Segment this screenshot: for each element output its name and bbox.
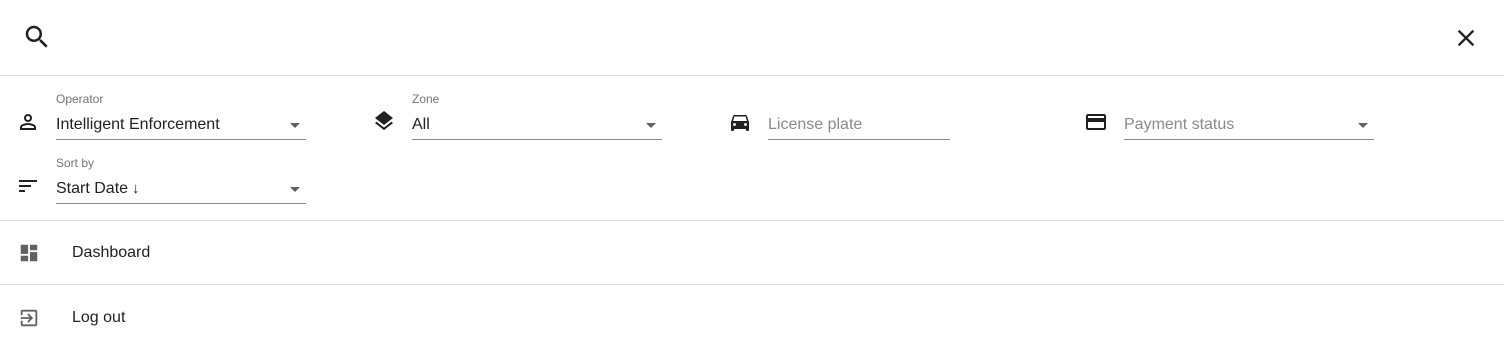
chevron-down-icon — [1358, 123, 1368, 128]
car-icon — [731, 115, 749, 131]
filters-panel: Operator Intelligent Enforcement Zone Al… — [0, 76, 1504, 221]
zone-select[interactable]: All — [412, 112, 662, 140]
operator-select[interactable]: Intelligent Enforcement — [56, 112, 306, 140]
nav-item-label: Dashboard — [72, 244, 151, 261]
dashboard-icon — [20, 244, 38, 262]
sort-by-label: Sort by — [56, 156, 95, 170]
chevron-down-icon — [646, 123, 656, 128]
credit-card-icon — [1086, 114, 1106, 130]
search-icon — [25, 25, 48, 48]
sort-by-value-wrap: Start Date ↓ — [56, 179, 140, 199]
sort-by-select[interactable]: Start Date ↓ — [56, 176, 306, 204]
license-plate-placeholder: License plate — [768, 116, 863, 133]
payment-status-select[interactable]: Payment status — [1124, 112, 1374, 140]
arrow-down-icon[interactable]: ↓ — [132, 179, 140, 199]
search-bar — [0, 0, 1504, 76]
search-input[interactable] — [70, 20, 1430, 56]
logout-icon — [20, 309, 38, 327]
nav-item-dashboard[interactable]: Dashboard — [0, 221, 1504, 285]
person-icon — [20, 114, 36, 130]
operator-label: Operator — [56, 92, 104, 106]
payment-status-placeholder: Payment status — [1124, 116, 1235, 133]
nav-item-logout[interactable]: Log out — [0, 286, 1504, 349]
sort-icon — [19, 180, 37, 192]
operator-value: Intelligent Enforcement — [56, 116, 220, 133]
license-plate-input[interactable]: License plate — [768, 112, 950, 140]
chevron-down-icon — [290, 123, 300, 128]
sort-by-value: Start Date — [56, 180, 129, 197]
layers-icon — [375, 111, 393, 131]
close-icon[interactable] — [1452, 24, 1480, 52]
zone-label: Zone — [412, 92, 440, 106]
nav-item-label: Log out — [72, 309, 126, 326]
zone-value: All — [412, 116, 430, 133]
chevron-down-icon — [290, 187, 300, 192]
